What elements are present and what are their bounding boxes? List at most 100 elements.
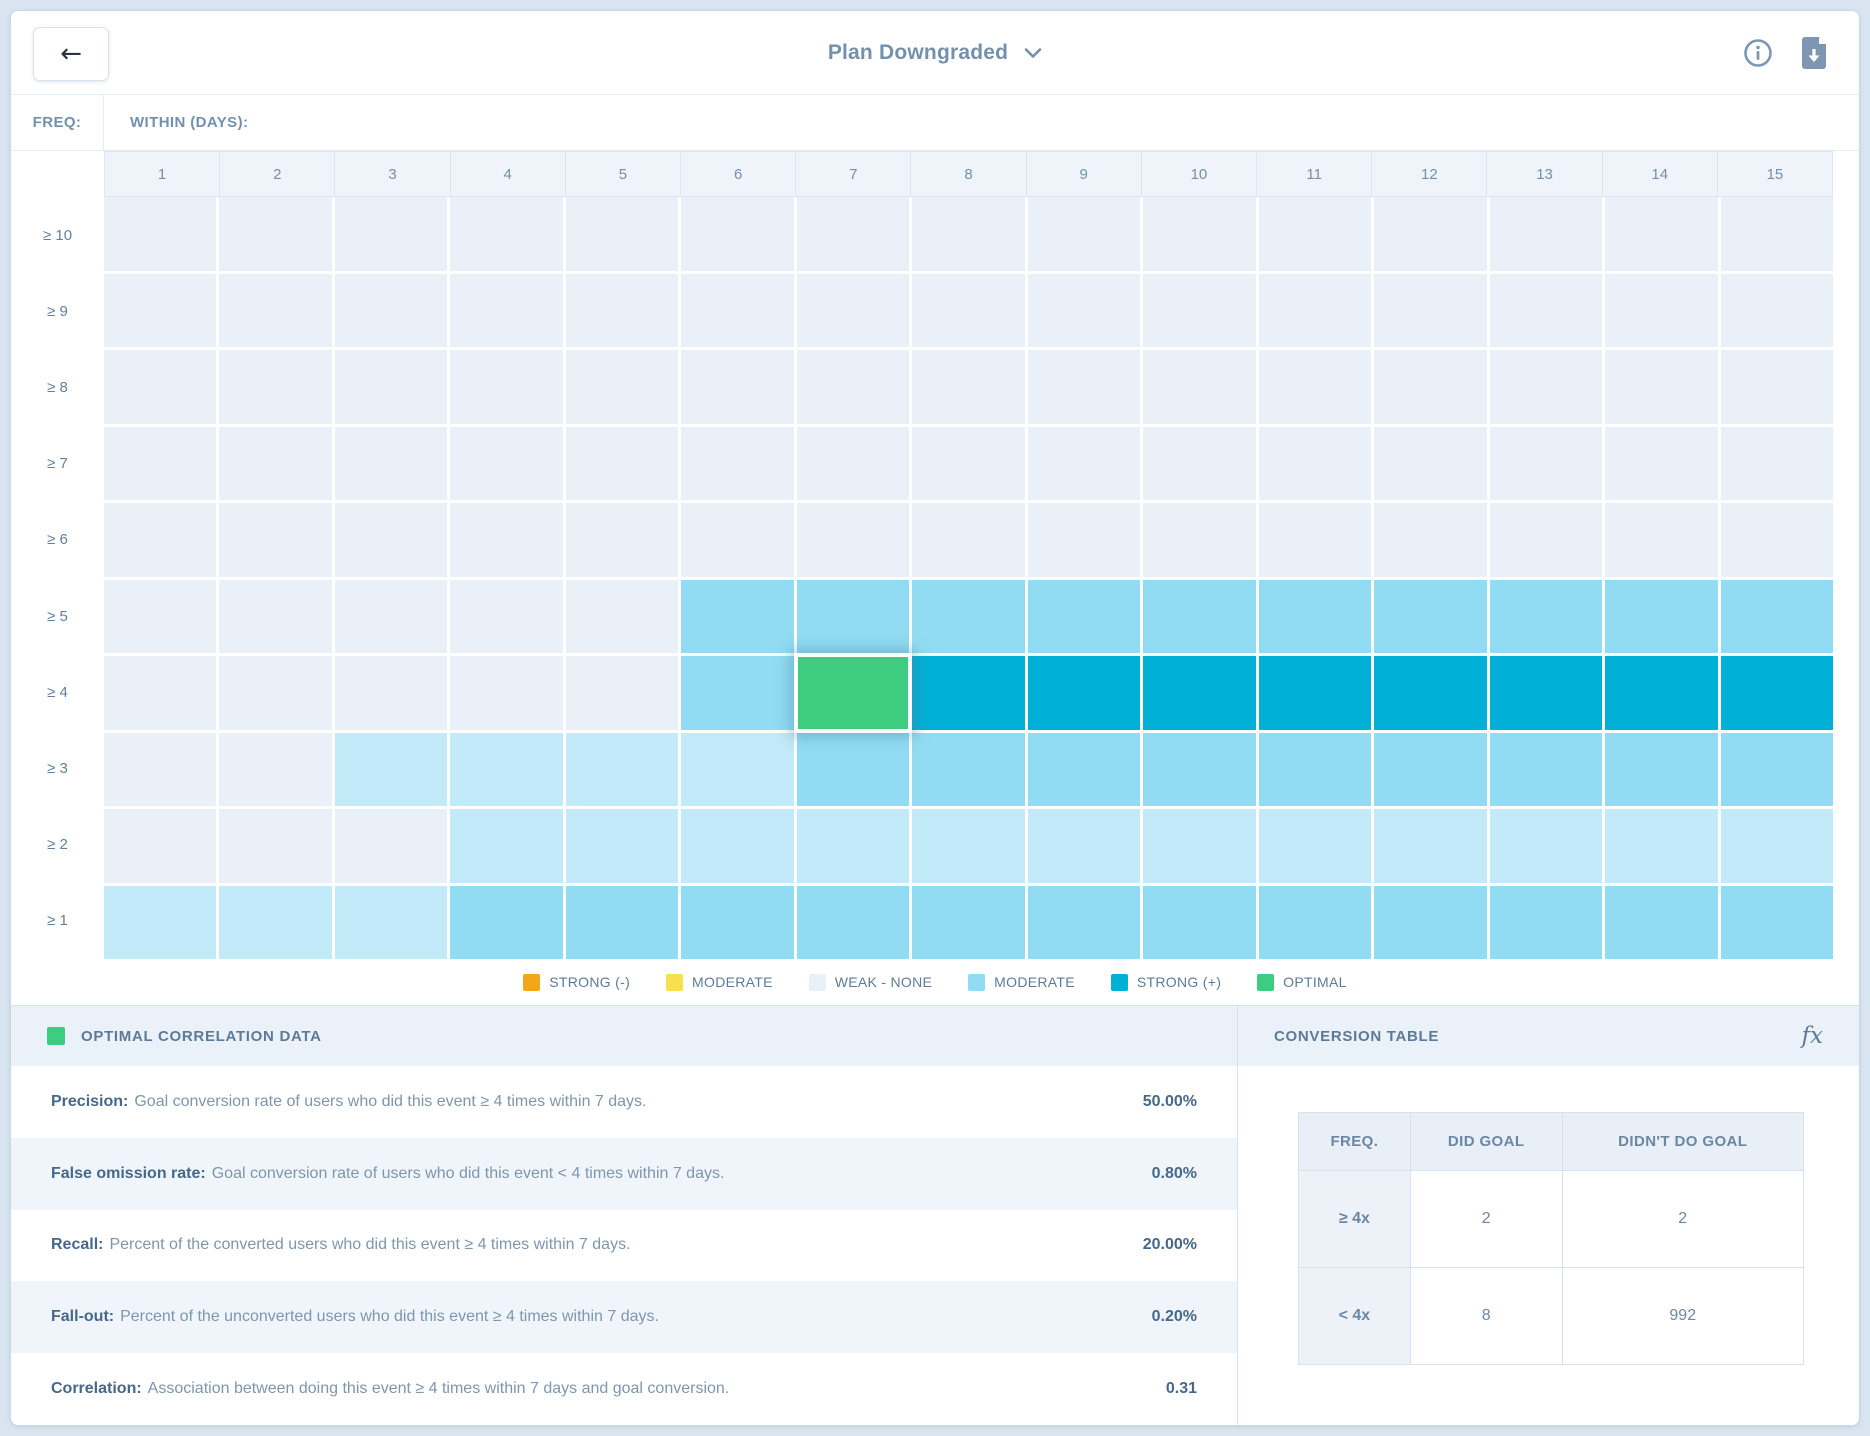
heatmap-cell[interactable] <box>219 656 331 730</box>
heatmap-cell[interactable] <box>219 580 331 654</box>
title-dropdown[interactable]: Plan Downgraded <box>11 11 1859 94</box>
heatmap-cell[interactable] <box>1605 580 1717 654</box>
heatmap-cell[interactable] <box>797 809 909 883</box>
heatmap-cell[interactable] <box>1143 809 1255 883</box>
heatmap-cell[interactable] <box>335 274 447 348</box>
heatmap-cell[interactable] <box>1490 656 1602 730</box>
heatmap-cell[interactable] <box>1721 274 1833 348</box>
heatmap-cell[interactable] <box>219 427 331 501</box>
heatmap-cell[interactable] <box>912 656 1024 730</box>
heatmap-cell[interactable] <box>1490 274 1602 348</box>
heatmap-cell[interactable] <box>566 809 678 883</box>
heatmap-cell[interactable] <box>1374 733 1486 807</box>
heatmap-cell[interactable] <box>1721 580 1833 654</box>
heatmap-cell[interactable] <box>1721 656 1833 730</box>
heatmap-cell[interactable] <box>912 197 1024 271</box>
heatmap-cell[interactable] <box>1028 427 1140 501</box>
heatmap-cell[interactable] <box>1028 580 1140 654</box>
heatmap-cell[interactable] <box>335 197 447 271</box>
heatmap-cell[interactable] <box>1605 656 1717 730</box>
heatmap-cell[interactable] <box>1028 197 1140 271</box>
heatmap-cell[interactable] <box>797 886 909 960</box>
heatmap-cell[interactable] <box>912 809 1024 883</box>
heatmap-cell[interactable] <box>1721 733 1833 807</box>
heatmap-cell[interactable] <box>1028 503 1140 577</box>
heatmap-cell[interactable] <box>104 580 216 654</box>
info-icon[interactable] <box>1743 38 1773 68</box>
heatmap-cell[interactable] <box>104 197 216 271</box>
heatmap-cell[interactable] <box>797 503 909 577</box>
heatmap-cell[interactable] <box>1374 197 1486 271</box>
heatmap-cell[interactable] <box>1374 809 1486 883</box>
heatmap-cell[interactable] <box>681 809 793 883</box>
heatmap-cell[interactable] <box>1143 503 1255 577</box>
heatmap-cell[interactable] <box>1028 350 1140 424</box>
heatmap-cell[interactable] <box>1490 580 1602 654</box>
heatmap-cell[interactable] <box>1605 350 1717 424</box>
heatmap-cell[interactable] <box>1143 427 1255 501</box>
heatmap-cell[interactable] <box>1721 197 1833 271</box>
heatmap-cell[interactable] <box>450 733 562 807</box>
heatmap-cell[interactable] <box>1259 427 1371 501</box>
heatmap-cell[interactable] <box>104 427 216 501</box>
heatmap-cell[interactable] <box>681 427 793 501</box>
heatmap-cell[interactable] <box>1374 427 1486 501</box>
heatmap-cell[interactable] <box>1605 427 1717 501</box>
heatmap-cell[interactable] <box>1490 809 1602 883</box>
heatmap-cell[interactable] <box>1028 886 1140 960</box>
heatmap-cell[interactable] <box>566 350 678 424</box>
heatmap-cell[interactable] <box>1143 580 1255 654</box>
heatmap-cell[interactable] <box>450 580 562 654</box>
heatmap-cell[interactable] <box>104 503 216 577</box>
heatmap-cell[interactable] <box>219 503 331 577</box>
heatmap-cell[interactable] <box>219 350 331 424</box>
formula-fx-icon[interactable]: fx <box>1802 1023 1823 1049</box>
heatmap-cell[interactable] <box>335 809 447 883</box>
download-report-icon[interactable] <box>1799 36 1829 70</box>
heatmap-cell[interactable] <box>797 733 909 807</box>
heatmap-cell[interactable] <box>335 733 447 807</box>
heatmap-cell[interactable] <box>1259 733 1371 807</box>
heatmap-cell[interactable] <box>335 656 447 730</box>
heatmap-cell[interactable] <box>1490 733 1602 807</box>
heatmap-cell[interactable] <box>681 733 793 807</box>
heatmap-cell[interactable] <box>681 350 793 424</box>
heatmap-cell[interactable] <box>797 427 909 501</box>
heatmap-cell[interactable] <box>1721 503 1833 577</box>
heatmap-cell[interactable] <box>1028 274 1140 348</box>
heatmap-cell[interactable] <box>681 197 793 271</box>
heatmap-cell[interactable] <box>1028 656 1140 730</box>
heatmap-cell[interactable] <box>104 274 216 348</box>
heatmap-cell[interactable] <box>1605 733 1717 807</box>
heatmap-cell[interactable] <box>1490 503 1602 577</box>
heatmap-cell[interactable] <box>912 274 1024 348</box>
heatmap-cell[interactable] <box>450 886 562 960</box>
heatmap-cell[interactable] <box>450 809 562 883</box>
heatmap-cell[interactable] <box>1028 809 1140 883</box>
heatmap-cell[interactable] <box>1259 503 1371 577</box>
heatmap-cell[interactable] <box>1259 350 1371 424</box>
heatmap-cell[interactable] <box>797 274 909 348</box>
heatmap-cell[interactable] <box>912 503 1024 577</box>
heatmap-cell[interactable] <box>681 503 793 577</box>
heatmap-cell[interactable] <box>1259 580 1371 654</box>
heatmap-cell[interactable] <box>1259 886 1371 960</box>
heatmap-cell[interactable] <box>566 197 678 271</box>
heatmap-cell[interactable] <box>219 733 331 807</box>
heatmap-cell[interactable] <box>219 274 331 348</box>
heatmap-cell[interactable] <box>797 197 909 271</box>
heatmap-cell[interactable] <box>566 503 678 577</box>
heatmap-cell[interactable] <box>681 580 793 654</box>
heatmap-cell[interactable] <box>1374 580 1486 654</box>
heatmap-cell[interactable] <box>1721 427 1833 501</box>
heatmap-cell[interactable] <box>104 886 216 960</box>
heatmap-cell[interactable] <box>797 350 909 424</box>
heatmap-cell[interactable] <box>566 733 678 807</box>
heatmap-cell[interactable] <box>912 350 1024 424</box>
heatmap-cell[interactable] <box>450 427 562 501</box>
heatmap-cell[interactable] <box>335 427 447 501</box>
heatmap-cell[interactable] <box>219 809 331 883</box>
heatmap-cell[interactable] <box>1374 656 1486 730</box>
heatmap-cell[interactable] <box>1259 656 1371 730</box>
heatmap-cell[interactable] <box>566 656 678 730</box>
